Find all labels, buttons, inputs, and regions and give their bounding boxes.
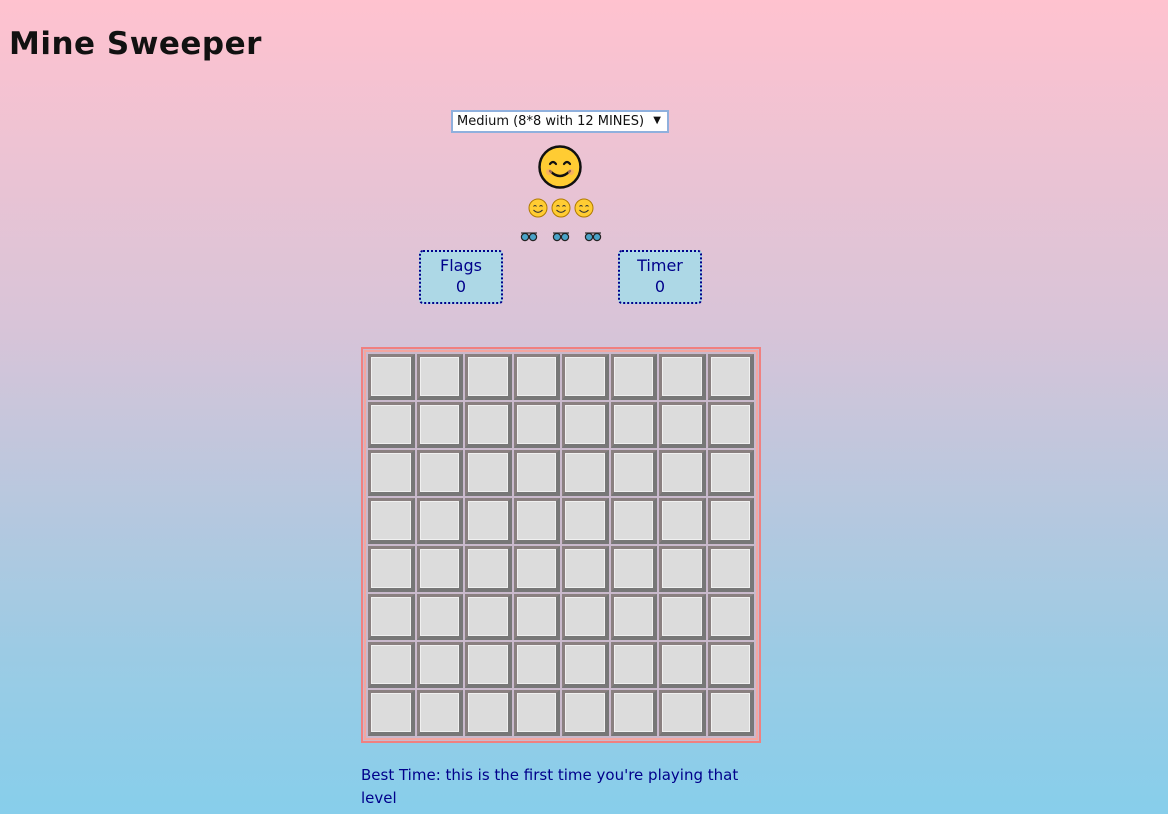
board-cell[interactable] (416, 354, 463, 400)
board-cell[interactable] (513, 690, 560, 736)
board-cell[interactable] (562, 546, 609, 592)
lives-indicator (528, 198, 594, 218)
board-cell[interactable] (368, 498, 415, 544)
page-title: Mine Sweeper (9, 26, 262, 62)
board-cell[interactable] (368, 354, 415, 400)
board-cell[interactable] (610, 498, 657, 544)
board-cell[interactable] (562, 450, 609, 496)
smiling-face-icon (551, 198, 571, 218)
board-cell[interactable] (659, 642, 706, 688)
board-cell[interactable] (659, 354, 706, 400)
board-cell[interactable] (513, 450, 560, 496)
hints-indicator (520, 229, 602, 243)
timer-label: Timer (637, 256, 683, 275)
board-cell[interactable] (465, 594, 512, 640)
board-cell[interactable] (562, 402, 609, 448)
board-cell[interactable] (368, 450, 415, 496)
board-cell[interactable] (465, 690, 512, 736)
board-cell[interactable] (465, 642, 512, 688)
timer-counter: Timer 0 (618, 250, 702, 304)
board-cell[interactable] (610, 690, 657, 736)
board-cell[interactable] (513, 402, 560, 448)
board-cell[interactable] (513, 642, 560, 688)
board-cell[interactable] (465, 354, 512, 400)
level-select[interactable]: Medium (8*8 with 12 MINES) ▼ (451, 110, 669, 133)
smiley-restart-button[interactable] (538, 145, 582, 189)
board-cell[interactable] (707, 546, 754, 592)
board-cell[interactable] (659, 594, 706, 640)
board-cell[interactable] (368, 546, 415, 592)
board-cell[interactable] (416, 498, 463, 544)
smiling-face-icon (538, 145, 582, 189)
sunglasses-icon[interactable] (584, 229, 602, 243)
board-cell[interactable] (513, 354, 560, 400)
board-cell[interactable] (562, 354, 609, 400)
timer-value: 0 (654, 277, 666, 296)
board-cell[interactable] (610, 594, 657, 640)
board-cell[interactable] (368, 402, 415, 448)
board-cell[interactable] (368, 594, 415, 640)
board-cell[interactable] (562, 642, 609, 688)
board-cell[interactable] (416, 546, 463, 592)
board-cell[interactable] (513, 498, 560, 544)
board-cell[interactable] (707, 402, 754, 448)
board-cell[interactable] (610, 546, 657, 592)
board-cell[interactable] (513, 546, 560, 592)
flags-label: Flags (440, 256, 482, 275)
board-cell[interactable] (707, 498, 754, 544)
board-cell[interactable] (707, 450, 754, 496)
board-cell[interactable] (610, 354, 657, 400)
board-cell[interactable] (416, 642, 463, 688)
board-cell[interactable] (610, 402, 657, 448)
board-cell[interactable] (416, 402, 463, 448)
board-cell[interactable] (562, 498, 609, 544)
sunglasses-icon[interactable] (520, 229, 538, 243)
board-cell[interactable] (465, 450, 512, 496)
board-cell[interactable] (610, 450, 657, 496)
board-cell[interactable] (707, 354, 754, 400)
board-cell[interactable] (659, 498, 706, 544)
board-cell[interactable] (465, 402, 512, 448)
board-cell[interactable] (368, 690, 415, 736)
board-cell[interactable] (610, 642, 657, 688)
board-cell[interactable] (416, 690, 463, 736)
board-cell[interactable] (465, 546, 512, 592)
board-cell[interactable] (707, 594, 754, 640)
flags-counter: Flags 0 (419, 250, 503, 304)
board-cell[interactable] (707, 690, 754, 736)
sunglasses-icon[interactable] (552, 229, 570, 243)
board-cell[interactable] (659, 546, 706, 592)
smiling-face-icon (574, 198, 594, 218)
board-cell[interactable] (659, 450, 706, 496)
best-time-text: Best Time: this is the first time you're… (361, 766, 739, 807)
level-select-value: Medium (8*8 with 12 MINES) (457, 114, 645, 129)
game-board (361, 347, 761, 743)
board-cell[interactable] (465, 498, 512, 544)
chevron-down-icon: ▼ (653, 115, 661, 126)
board-cell[interactable] (416, 594, 463, 640)
board-cell[interactable] (562, 690, 609, 736)
board-cell[interactable] (659, 690, 706, 736)
board-cell[interactable] (513, 594, 560, 640)
board-cell[interactable] (368, 642, 415, 688)
smiling-face-icon (528, 198, 548, 218)
flags-value: 0 (455, 277, 467, 296)
board-cell[interactable] (562, 594, 609, 640)
board-cell[interactable] (659, 402, 706, 448)
board-cell[interactable] (707, 642, 754, 688)
board-cell[interactable] (416, 450, 463, 496)
